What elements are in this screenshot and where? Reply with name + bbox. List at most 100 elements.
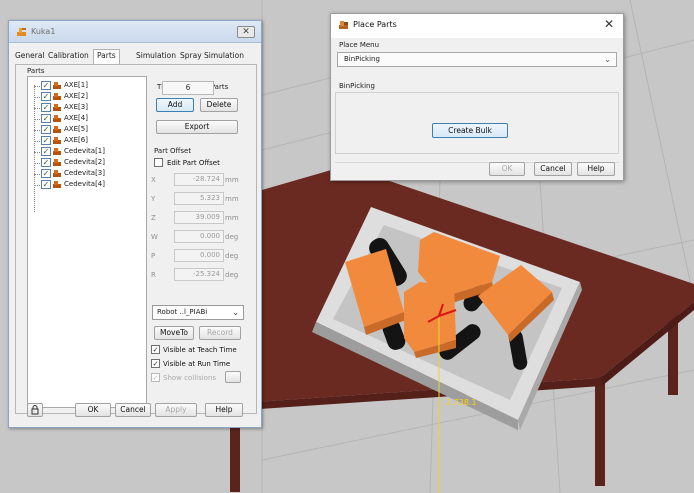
robot-select[interactable]: Robot ..l_PIABi ⌄ bbox=[152, 305, 244, 320]
place-menu-select[interactable]: BinPicking ⌄ bbox=[337, 52, 617, 67]
offset-w-label: W bbox=[151, 233, 158, 241]
delete-button[interactable]: Delete bbox=[200, 98, 238, 112]
part-label: Cedevita[1] bbox=[64, 147, 105, 155]
tree-item-part[interactable]: ✓ AXE[5] bbox=[32, 125, 144, 135]
dialog-titlebar[interactable]: Kuka1 ✕ bbox=[9, 21, 261, 43]
close-icon[interactable]: ✕ bbox=[604, 17, 614, 31]
place-parts-icon bbox=[339, 21, 348, 29]
checkbox-icon[interactable]: ✓ bbox=[41, 81, 51, 90]
tree-item-part[interactable]: ✓ Cedevita[2] bbox=[32, 158, 144, 168]
binpicking-group-label: BinPicking bbox=[339, 82, 375, 90]
tree-item-part[interactable]: ✓ AXE[1] bbox=[32, 81, 144, 91]
tab-parts[interactable]: Parts bbox=[93, 49, 120, 65]
tab-simulation[interactable]: Simulation bbox=[136, 51, 176, 63]
add-button[interactable]: Add bbox=[156, 98, 194, 112]
part-label: AXE[5] bbox=[64, 125, 88, 133]
checkbox-icon[interactable]: ✓ bbox=[41, 158, 51, 167]
visible-teach-label: Visible at Teach Time bbox=[163, 346, 237, 354]
part-icon bbox=[53, 148, 61, 155]
checkbox-icon[interactable]: ✓ bbox=[41, 103, 51, 112]
dialog-body: Place Menu BinPicking ⌄ BinPicking Creat… bbox=[331, 38, 623, 180]
part-label: Cedevita[3] bbox=[64, 169, 105, 177]
tree-item-part[interactable]: ✓ Cedevita[1] bbox=[32, 147, 144, 157]
part-label: AXE[6] bbox=[64, 136, 88, 144]
part-icon bbox=[53, 170, 61, 177]
place-menu-value: BinPicking bbox=[344, 55, 380, 63]
offset-z-field[interactable]: 39.009 bbox=[174, 211, 224, 224]
checkbox-icon[interactable]: ✓ bbox=[41, 92, 51, 101]
offset-p-field[interactable]: 0.000 bbox=[174, 249, 224, 262]
offset-x-field[interactable]: -28.724 bbox=[174, 173, 224, 186]
close-icon: ✕ bbox=[242, 27, 250, 37]
kuka-properties-dialog: Kuka1 ✕ General Calibration Parts Simula… bbox=[8, 20, 262, 428]
robot-select-value: Robot ..l_PIABi bbox=[157, 308, 208, 316]
tree-item-part[interactable]: ✓ Cedevita[4] bbox=[32, 180, 144, 190]
dialog-title: Kuka1 bbox=[31, 27, 56, 36]
checkbox-icon[interactable]: ✓ bbox=[41, 114, 51, 123]
part-label: AXE[3] bbox=[64, 103, 88, 111]
part-icon bbox=[53, 93, 61, 100]
part-label: AXE[1] bbox=[64, 81, 88, 89]
move-to-button[interactable]: MoveTo bbox=[154, 326, 194, 340]
visible-run-label: Visible at Run Time bbox=[163, 360, 231, 368]
checkbox-icon[interactable]: ✓ bbox=[41, 147, 51, 156]
ok-button[interactable]: OK bbox=[75, 403, 111, 417]
offset-w-unit: deg bbox=[225, 233, 239, 241]
part-icon bbox=[53, 82, 61, 89]
offset-y-label: Y bbox=[151, 195, 156, 203]
offset-p-unit: deg bbox=[225, 252, 239, 260]
tree-item-part[interactable]: ✓ AXE[2] bbox=[32, 92, 144, 102]
tree-item-part[interactable]: ✓ Cedevita[3] bbox=[32, 169, 144, 179]
collisions-settings-button[interactable] bbox=[225, 371, 241, 383]
cancel-button[interactable]: Cancel bbox=[115, 403, 151, 417]
help-button[interactable]: Help bbox=[205, 403, 243, 417]
tree-item-part[interactable]: ✓ AXE[3] bbox=[32, 103, 144, 113]
part-icon bbox=[53, 159, 61, 166]
chevron-down-icon: ⌄ bbox=[232, 308, 239, 317]
export-button[interactable]: Export bbox=[156, 120, 238, 134]
part-label: AXE[4] bbox=[64, 114, 88, 122]
offset-w-field[interactable]: 0.000 bbox=[174, 230, 224, 243]
tree-item-part[interactable]: ✓ AXE[4] bbox=[32, 114, 144, 124]
offset-r-label: R bbox=[151, 271, 156, 279]
parts-tree[interactable]: ✓ AXE[1] ✓ AXE[2] ✓ AXE[3] ✓ AXE[4] ✓ AX… bbox=[27, 76, 147, 408]
offset-p-label: P bbox=[151, 252, 156, 260]
ok-button[interactable]: OK bbox=[489, 162, 525, 176]
visible-teach-checkbox[interactable]: ✓ bbox=[151, 345, 160, 354]
checkbox-icon[interactable]: ✓ bbox=[41, 169, 51, 178]
part-label: Cedevita[4] bbox=[64, 180, 105, 188]
offset-z-unit: mm bbox=[225, 214, 239, 222]
offset-y-unit: mm bbox=[225, 195, 239, 203]
tree-item-part[interactable]: ✓ AXE[6] bbox=[32, 136, 144, 146]
create-bulk-button[interactable]: Create Bulk bbox=[432, 123, 508, 138]
show-collisions-checkbox[interactable]: ✓ bbox=[151, 373, 160, 382]
part-icon bbox=[53, 181, 61, 188]
tab-spray-simulation[interactable]: Spray Simulation bbox=[180, 51, 244, 63]
lock-icon bbox=[31, 405, 39, 415]
offset-y-field[interactable]: 5.323 bbox=[174, 192, 224, 205]
part-label: Cedevita[2] bbox=[64, 158, 105, 166]
close-button[interactable]: ✕ bbox=[237, 26, 255, 38]
checkbox-icon[interactable]: ✓ bbox=[41, 136, 51, 145]
checkbox-icon[interactable]: ✓ bbox=[41, 180, 51, 189]
lock-button[interactable] bbox=[27, 403, 43, 417]
parts-label: Parts bbox=[27, 67, 45, 75]
coordinate-readout: 2.738.1 bbox=[446, 398, 477, 407]
record-button[interactable]: Record bbox=[199, 326, 241, 340]
tab-general[interactable]: General bbox=[15, 51, 45, 63]
part-label: AXE[2] bbox=[64, 92, 88, 100]
cancel-button[interactable]: Cancel bbox=[534, 162, 572, 176]
visible-run-checkbox[interactable]: ✓ bbox=[151, 359, 160, 368]
help-button[interactable]: Help bbox=[577, 162, 615, 176]
offset-r-unit: deg bbox=[225, 271, 239, 279]
edit-part-offset-checkbox[interactable] bbox=[154, 158, 163, 167]
place-menu-label: Place Menu bbox=[339, 41, 380, 49]
apply-button[interactable]: Apply bbox=[155, 403, 197, 417]
offset-r-field[interactable]: -25.324 bbox=[174, 268, 224, 281]
edit-part-offset-label: Edit Part Offset bbox=[167, 159, 220, 167]
part-offset-label: Part Offset bbox=[154, 147, 192, 155]
checkbox-icon[interactable]: ✓ bbox=[41, 125, 51, 134]
offset-x-label: X bbox=[151, 176, 156, 184]
part-icon bbox=[53, 115, 61, 122]
tab-calibration[interactable]: Calibration bbox=[48, 51, 89, 63]
